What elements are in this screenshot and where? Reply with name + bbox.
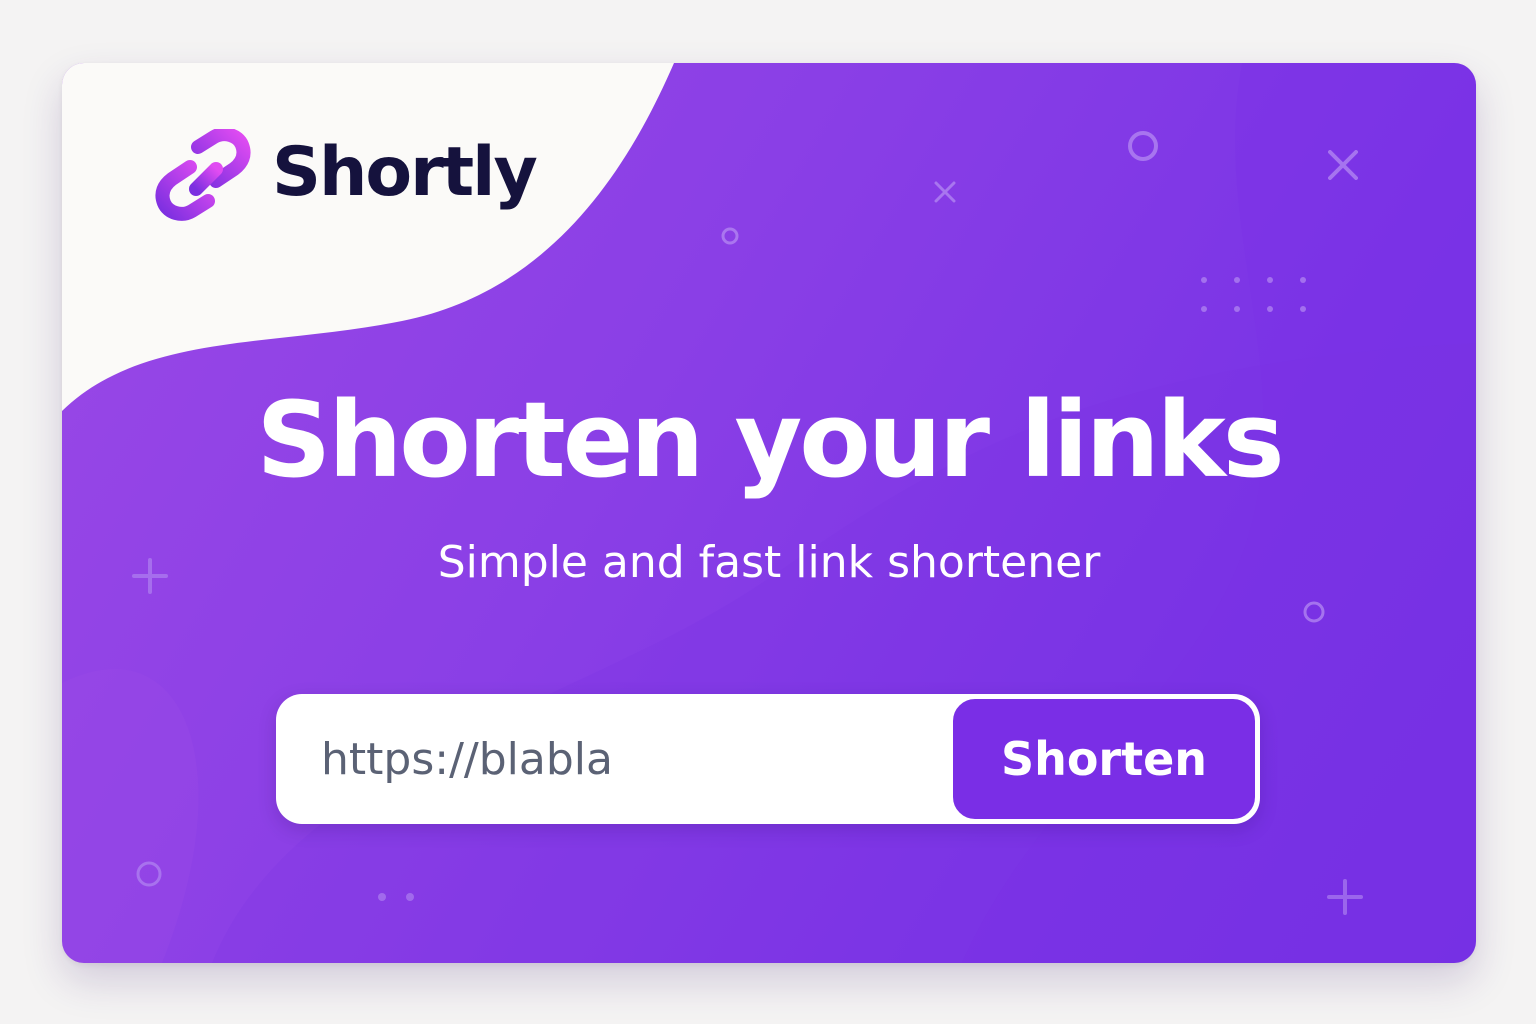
x-mark-icon	[934, 181, 956, 203]
page-title: Shorten your links	[256, 379, 1284, 501]
page-subtitle: Simple and fast link shortener	[437, 537, 1101, 588]
brand-name: Shortly	[272, 133, 538, 212]
link-chain-icon	[155, 129, 251, 221]
circle-outline-icon	[136, 861, 162, 887]
circle-outline-icon	[1303, 601, 1325, 623]
hero-card: Shortly Shorten your links Simple and fa…	[62, 63, 1476, 963]
circle-outline-icon	[721, 227, 739, 245]
dot-pair-icon	[378, 893, 414, 901]
url-input[interactable]	[276, 694, 936, 824]
x-mark-icon	[1328, 150, 1358, 180]
shorten-button[interactable]: Shorten	[951, 697, 1257, 821]
brand-logo[interactable]: Shortly	[150, 129, 538, 221]
circle-outline-icon	[1128, 131, 1158, 161]
shorten-form: Shorten	[276, 694, 1260, 824]
dot-grid-icon	[1201, 277, 1306, 312]
plus-icon	[1327, 879, 1363, 915]
